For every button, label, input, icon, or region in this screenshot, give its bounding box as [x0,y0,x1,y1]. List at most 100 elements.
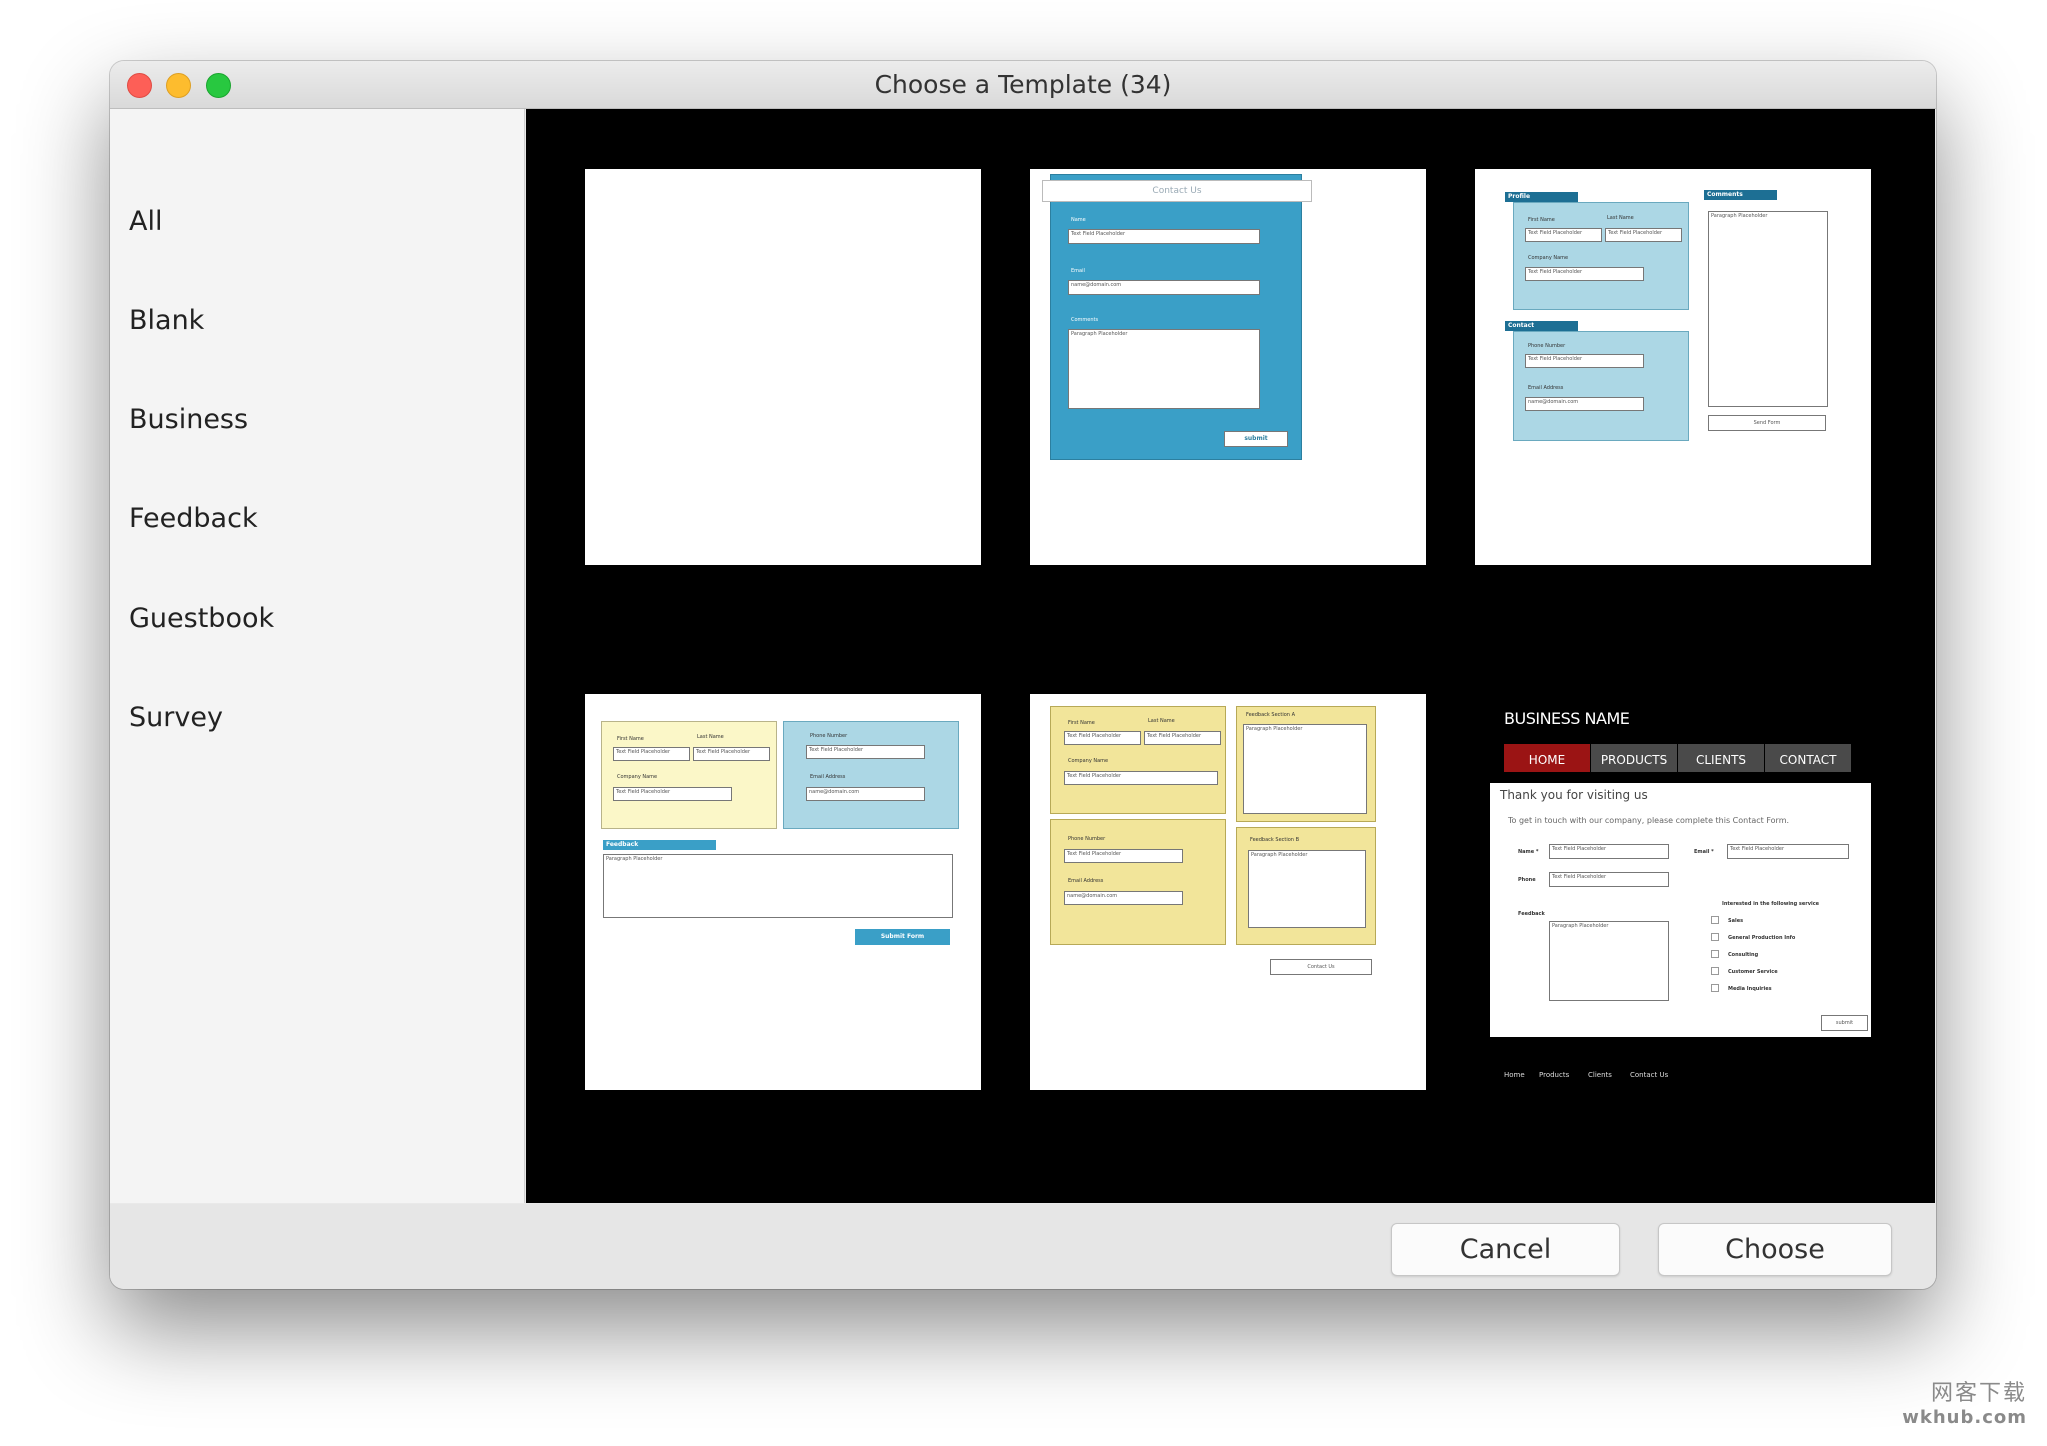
checkbox-label: Media Inquiries [1728,986,1772,992]
sidebar-item-feedback[interactable]: Feedback [129,503,258,534]
footer-link-contact-us: Contact Us [1630,1071,1669,1079]
section-header: Contact [1505,321,1578,331]
contact-form-panel: Thank you for visiting us To get in touc… [1490,783,1871,1037]
text-field: Text Field Placeholder [613,787,732,801]
form-header: Contact Us [1042,180,1312,202]
field-label: First Name [1528,217,1555,223]
text-field: name@domain.com [1068,280,1260,295]
field-label: Name [1071,217,1086,223]
text-field: name@domain.com [806,787,925,801]
submit-button: Submit Form [855,929,950,945]
field-label: First Name [617,736,644,742]
footer-link-home: Home [1504,1071,1525,1079]
text-field: Text Field Placeholder [806,745,925,759]
field-label: Comments [1071,317,1099,323]
field-label: Company Name [617,774,658,780]
checkbox [1711,950,1719,958]
field-label: Phone Number [810,733,848,739]
form-heading: Thank you for visiting us [1500,788,1648,802]
paragraph-field: Paragraph Placeholder [1549,921,1669,1001]
field-label: Feedback [1518,911,1545,917]
nav-item-products: PRODUCTS [1591,744,1677,772]
field-label: First Name [1068,720,1095,726]
section-header: Comments [1704,190,1777,200]
section-title: Feedback Section A [1246,712,1295,718]
paragraph-field: Paragraph Placeholder [1248,850,1366,928]
text-field: Text Field Placeholder [1727,844,1849,859]
text-field: Text Field Placeholder [1525,228,1602,242]
dialog-footer: Cancel Choose [110,1204,1936,1289]
template-chooser-window: Choose a Template (34) All Blank Busines… [110,61,1936,1289]
sidebar-item-survey[interactable]: Survey [129,702,223,733]
text-field: Text Field Placeholder [1064,849,1183,863]
window-title: Choose a Template (34) [874,70,1172,99]
field-label: Phone Number [1528,343,1566,349]
text-field: Text Field Placeholder [693,747,770,761]
paragraph-field: Paragraph Placeholder [1243,724,1367,814]
footer-link-clients: Clients [1588,1071,1612,1079]
title-bar[interactable]: Choose a Template (34) [110,61,1936,109]
nav-item-home: HOME [1504,744,1590,772]
category-sidebar: All Blank Business Feedback Guestbook Su… [110,109,525,1203]
section-title: Feedback Section B [1250,837,1299,843]
watermark-line-2: wkhub.com [1902,1407,2027,1428]
text-field: name@domain.com [1525,397,1644,411]
site-watermark: 网客下载 wkhub.com [1902,1375,2027,1428]
field-label: Email * [1694,849,1714,855]
text-field: Text Field Placeholder [1068,229,1260,244]
text-field: Text Field Placeholder [613,747,690,761]
template-grid: Contact Us Name Text Field Placeholder E… [526,109,1935,1203]
submit-button: submit [1224,431,1288,447]
paragraph-field: Paragraph Placeholder [1068,329,1260,409]
field-label: Phone [1518,877,1536,883]
footer-link-products: Products [1539,1071,1570,1079]
template-thumbnail-contact-us[interactable]: Contact Us Name Text Field Placeholder E… [1030,169,1426,565]
template-thumbnail-business-contact[interactable]: BUSINESS NAME HOME PRODUCTS CLIENTS CONT… [1475,694,1871,1090]
checkbox [1711,933,1719,941]
field-label: Last Name [697,734,724,740]
field-label: Name * [1518,849,1539,855]
checkbox [1711,967,1719,975]
text-field: Text Field Placeholder [1605,228,1682,242]
text-field: name@domain.com [1064,891,1183,905]
field-label: Email Address [1528,385,1564,391]
field-label: Email Address [1068,878,1104,884]
contact-us-button: Contact Us [1270,959,1372,975]
submit-button: submit [1821,1015,1868,1031]
field-label: Company Name [1528,255,1569,261]
template-thumbnail-feedback-form[interactable]: First Name Last Name Text Field Placehol… [585,694,981,1090]
template-thumbnail-feedback-sections[interactable]: First Name Last Name Text Field Placehol… [1030,694,1426,1090]
field-label: Email Address [810,774,846,780]
checkbox-label: Customer Service [1728,969,1778,975]
text-field: Text Field Placeholder [1144,731,1221,745]
sidebar-item-guestbook[interactable]: Guestbook [129,603,274,634]
paragraph-field: Paragraph Placeholder [603,854,953,918]
services-heading: Interested in the following service [1722,901,1820,907]
nav-item-contact: CONTACT [1765,744,1851,772]
field-label: Company Name [1068,758,1109,764]
field-label: Phone Number [1068,836,1106,842]
checkbox [1711,916,1719,924]
nav-item-clients: CLIENTS [1678,744,1764,772]
template-thumbnail-profile-form[interactable]: Profile First Name Last Name Text Field … [1475,169,1871,565]
text-field: Text Field Placeholder [1064,731,1141,745]
field-label: Last Name [1607,215,1634,221]
text-field: Text Field Placeholder [1549,872,1669,887]
checkbox [1711,984,1719,992]
text-field: Text Field Placeholder [1549,844,1669,859]
cancel-button[interactable]: Cancel [1391,1223,1620,1276]
section-header: Profile [1505,192,1578,202]
sidebar-item-business[interactable]: Business [129,404,248,435]
template-thumbnail-blank[interactable] [585,169,981,565]
text-field: Text Field Placeholder [1525,354,1644,368]
checkbox-label: Sales [1728,918,1744,924]
sidebar-item-blank[interactable]: Blank [129,305,204,336]
field-label: Last Name [1148,718,1175,724]
checkbox-label: General Production Info [1728,935,1796,941]
choose-button[interactable]: Choose [1658,1223,1892,1276]
sidebar-item-all[interactable]: All [129,206,162,237]
field-label: Email [1071,268,1085,274]
text-field: Text Field Placeholder [1525,267,1644,281]
paragraph-field: Paragraph Placeholder [1708,211,1828,407]
section-header: Feedback [603,840,716,850]
